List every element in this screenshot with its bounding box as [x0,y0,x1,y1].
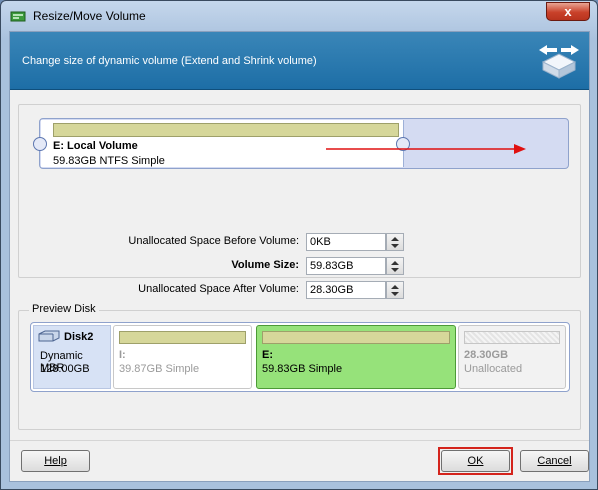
before-space-label: Unallocated Space Before Volume: [128,235,299,247]
partition-e[interactable]: E: 59.83GB Simple [256,325,456,389]
resize-move-volume-window: Resize/Move Volume x Change size of dyna… [0,0,598,490]
volume-name: E: Local Volume [53,140,138,152]
ok-button[interactable]: OK [441,450,510,472]
partition-unallocated[interactable]: 28.30GB Unallocated [458,325,566,389]
close-button[interactable]: x [546,2,590,21]
before-space-spinner[interactable] [386,233,404,251]
ok-button-label: OK [467,455,484,467]
resize-options-group: E: Local Volume 59.83GB NTFS Simple Unal… [18,104,581,299]
cancel-button-label: Cancel [537,455,572,467]
disk-info[interactable]: Disk2 Dynamic MBR 128.00GB [33,325,111,389]
volume-usage-bar [53,123,399,137]
footer-divider [10,440,589,441]
dialog-client-area: Change size of dynamic volume (Extend an… [9,31,590,482]
app-icon [10,11,26,22]
partition-usage-bar [464,331,560,344]
window-title: Resize/Move Volume [33,9,146,23]
partition-i[interactable]: I: 39.87GB Simple [113,325,252,389]
preview-disk-legend: Preview Disk [29,303,99,315]
partition-description: Unallocated [464,363,523,375]
help-button[interactable]: Help [21,450,90,472]
before-space-row: Unallocated Space Before Volume: 0KB [19,233,589,251]
before-space-input[interactable]: 0KB [306,233,386,251]
partition-usage-bar [262,331,450,344]
after-space-spinner[interactable] [386,281,404,299]
partition-name: E: [262,349,273,361]
partition-usage-bar [119,331,246,344]
partition-description: 39.87GB Simple [119,363,200,375]
close-icon: x [564,4,572,19]
volume-size-input[interactable]: 59.83GB [306,257,386,275]
title-bar[interactable]: Resize/Move Volume x [1,1,597,31]
help-button-label: Help [44,455,67,467]
volume-resize-track[interactable]: E: Local Volume 59.83GB NTFS Simple [33,118,569,169]
after-space-row: Unallocated Space After Volume: 28.30GB [19,281,589,299]
resize-volume-icon [539,45,579,79]
disk-size: 128.00GB [40,363,90,375]
volume-size-row: Volume Size: 59.83GB [19,257,589,275]
preview-disk-group: Preview Disk Disk2 Dynamic MBR 128.00GB … [18,303,581,430]
disk-name: Disk2 [64,331,94,343]
disk-icon [38,330,60,342]
disk-map: Disk2 Dynamic MBR 128.00GB I: 39.87GB Si… [30,322,570,392]
after-space-input[interactable]: 28.30GB [306,281,386,299]
partition-description: 59.83GB Simple [262,363,343,375]
header-text: Change size of dynamic volume (Extend an… [22,55,317,67]
partition-name: I: [119,349,126,361]
volume-size-spinner[interactable] [386,257,404,275]
after-space-label: Unallocated Space After Volume: [138,283,299,295]
dialog-header: Change size of dynamic volume (Extend an… [10,32,589,90]
partition-name: 28.30GB [464,349,509,361]
cancel-button[interactable]: Cancel [520,450,589,472]
volume-size-label: Volume Size: [231,259,299,271]
volume-description: 59.83GB NTFS Simple [53,155,165,167]
left-resize-handle[interactable] [33,137,47,151]
extend-arrow-icon [326,144,526,154]
